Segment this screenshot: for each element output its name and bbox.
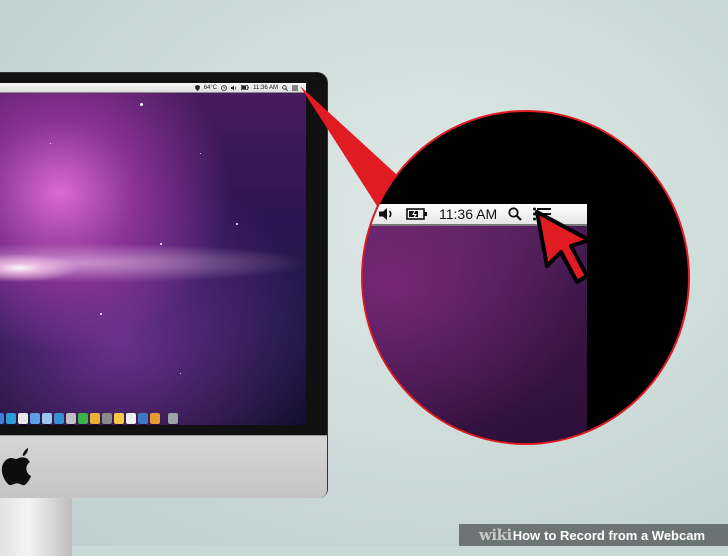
star <box>160 243 162 245</box>
caption-how: How <box>512 527 541 543</box>
shield-icon[interactable] <box>194 84 200 91</box>
star <box>140 103 143 106</box>
dock-app-icon[interactable] <box>138 413 148 424</box>
monitor-stand <box>0 496 72 556</box>
trash-icon[interactable] <box>168 413 178 424</box>
dock-app-icon[interactable] <box>126 413 136 424</box>
dock-app-icon[interactable] <box>150 413 160 424</box>
star <box>180 373 181 374</box>
star <box>50 143 51 144</box>
clock-icon[interactable] <box>221 84 227 91</box>
caption-title: to Record from a Webcam <box>544 527 706 543</box>
star <box>100 313 102 315</box>
volume-icon[interactable] <box>379 207 395 221</box>
dock-app-icon[interactable] <box>30 413 40 424</box>
imac-monitor: 64°C 11:36 AM <box>0 73 327 498</box>
dock-app-icon[interactable] <box>18 413 28 424</box>
desktop-screen: 64°C 11:36 AM <box>0 83 306 425</box>
dock <box>0 408 178 424</box>
dock-app-icon[interactable] <box>102 413 112 424</box>
dock-app-icon[interactable] <box>66 413 76 424</box>
spotlight-search-icon[interactable] <box>282 84 288 91</box>
zoom-magnifier: 11:36 AM <box>363 112 688 443</box>
battery-icon[interactable] <box>241 85 249 90</box>
temperature-label[interactable]: 64°C <box>204 85 217 91</box>
dock-app-icon[interactable] <box>54 413 64 424</box>
wikihow-caption: wiki How to Record from a Webcam <box>459 524 728 546</box>
menubar-clock[interactable]: 11:36 AM <box>253 85 278 91</box>
menubar-clock[interactable]: 11:36 AM <box>439 206 497 222</box>
star <box>200 153 201 154</box>
battery-icon[interactable] <box>406 208 428 220</box>
screen-menubar: 64°C 11:36 AM <box>0 83 306 93</box>
volume-icon[interactable] <box>231 85 237 91</box>
monitor-chin <box>0 435 327 498</box>
dock-app-icon[interactable] <box>0 413 4 424</box>
dock-app-icon[interactable] <box>114 413 124 424</box>
apple-logo-icon <box>0 446 34 486</box>
dock-app-icon[interactable] <box>90 413 100 424</box>
star <box>236 223 238 225</box>
caption-wiki: wiki <box>479 526 512 544</box>
dock-app-icon[interactable] <box>42 413 52 424</box>
dock-app-icon[interactable] <box>78 413 88 424</box>
notification-list-icon[interactable] <box>292 85 298 91</box>
spotlight-search-icon[interactable] <box>508 207 522 221</box>
mouse-cursor-icon <box>535 210 591 284</box>
dock-app-icon[interactable] <box>6 413 16 424</box>
